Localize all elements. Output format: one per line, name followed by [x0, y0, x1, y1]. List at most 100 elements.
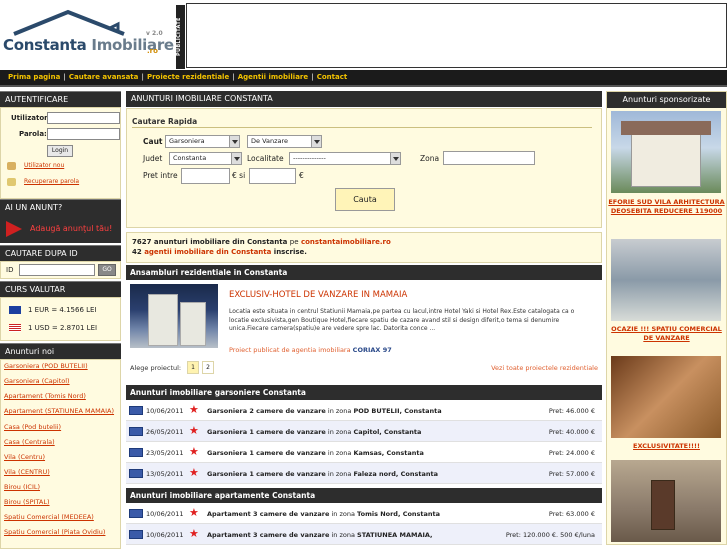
news-item[interactable]: Apartament (Tomis Nord): [4, 392, 117, 400]
news-item[interactable]: Birou (ICIL): [4, 483, 117, 491]
ads-count: 7627 anunturi imobiliare din Constanta: [132, 238, 288, 246]
hotel-photo[interactable]: [130, 284, 218, 348]
table-row[interactable]: 26/05/2011 ★ Garsoniera 1 camere de vanz…: [126, 421, 602, 442]
eur-rate: 1 EUR = 4.1566 LEI: [28, 306, 97, 314]
news-item[interactable]: Apartament (STATIUNEA MAMAIA): [4, 407, 117, 415]
left-sidebar: AUTENTIFICARE Utilizator: Parola: Login …: [0, 91, 121, 549]
main-content: ANUNTURI IMOBILIARE CONSTANTA Cautare Ra…: [126, 91, 602, 545]
news-item[interactable]: Spatiu Comercial (MEDEEA): [4, 513, 117, 521]
new-user-link[interactable]: Utilizator nou: [24, 162, 64, 169]
auth-box: Utilizator: Parola: Login Utilizator nou…: [0, 107, 121, 199]
ad-caption[interactable]: EFORIE SUD VILA ARHITECTURA DEOSEBITA RE…: [607, 198, 726, 217]
usd-rate: 1 USD = 2.8701 LEI: [28, 324, 98, 332]
deal-select[interactable]: De Vanzare: [247, 135, 322, 148]
star-icon: ★: [189, 424, 199, 437]
chevron-down-icon: [390, 153, 400, 164]
agency-count: 42: [132, 248, 142, 257]
ad-caption[interactable]: EXCLUSIVITATE!!!!: [607, 442, 726, 451]
table-row[interactable]: 23/05/2011 ★ Garsoniera 1 camere de vanz…: [126, 442, 602, 463]
zona-input[interactable]: [443, 151, 535, 165]
camera-icon: [129, 509, 143, 518]
camera-icon: [129, 530, 143, 539]
villa-photo[interactable]: [611, 111, 721, 193]
table-row[interactable]: 10/06/2011 ★ Apartament 3 camere de vanz…: [126, 524, 602, 545]
camera-icon: [129, 427, 143, 436]
nav-separator: |: [311, 73, 314, 81]
id-input[interactable]: [19, 264, 95, 276]
interior-photo[interactable]: [611, 356, 721, 438]
news-item[interactable]: Casa (Centrala): [4, 438, 117, 446]
zona-label: Zona: [420, 154, 440, 163]
page-2[interactable]: 2: [202, 361, 214, 374]
type-select[interactable]: Garsoniera: [165, 135, 240, 148]
price-max-input[interactable]: [249, 168, 296, 184]
building-shape: [148, 294, 178, 346]
table-row[interactable]: 13/05/2011 ★ Garsoniera 1 camere de vanz…: [126, 463, 602, 484]
pass-input[interactable]: [47, 128, 120, 140]
table-row[interactable]: 10/06/2011 ★ Apartament 3 camere de vanz…: [126, 503, 602, 524]
sponsored-sidebar: Anunturi sponsorizate EFORIE SUD VILA AR…: [606, 91, 727, 545]
chevron-down-icon: [229, 136, 239, 147]
project-agency[interactable]: Proiect publicat de agentia imobiliara C…: [229, 346, 392, 354]
star-icon: ★: [189, 506, 199, 519]
garsoniere-heading: Anunturi imobiliare garsoniere Constanta: [126, 385, 602, 400]
nav-contact[interactable]: Contact: [317, 73, 348, 81]
user-icon: [7, 162, 16, 170]
table-row[interactable]: 10/06/2011 ★ Garsoniera 2 camere de vanz…: [126, 400, 602, 421]
news-item[interactable]: Birou (SPITAL): [4, 498, 117, 506]
news-item[interactable]: Vila (Centru): [4, 453, 117, 461]
news-title: Anunturi noi: [0, 343, 121, 359]
site-logo[interactable]: Constanta Imobiliare v 2.0 .ro: [0, 0, 176, 70]
page-title: ANUNTURI IMOBILIARE CONSTANTA: [126, 91, 602, 107]
page-1[interactable]: 1: [187, 361, 199, 374]
arrow-right-icon: [6, 221, 22, 237]
logo-domain: .ro: [147, 47, 158, 55]
add-ad-button[interactable]: Adaugă anunţul tău!: [0, 215, 121, 243]
stats-box: 7627 anunturi imobiliare din Constanta p…: [126, 232, 602, 263]
recover-password-link[interactable]: Recuperare parola: [24, 178, 79, 185]
search-id-box: ID GO: [0, 261, 121, 279]
site-link[interactable]: constantaimobiliare.ro: [301, 238, 391, 246]
add-ad-label: Adaugă anunţul tău!: [30, 224, 113, 233]
judet-select[interactable]: Constanta: [169, 152, 242, 165]
nav-separator: |: [63, 73, 66, 81]
star-icon: ★: [189, 527, 199, 540]
news-item[interactable]: Casa (Pod butelii): [4, 423, 117, 431]
pass-label: Parola:: [19, 130, 47, 138]
agency-link[interactable]: agentii imobiliare din Constanta: [144, 248, 271, 256]
all-projects-link[interactable]: Vezi toate proiectele rezidentiale: [491, 364, 598, 372]
sponsored-title: Anunturi sponsorizate: [607, 92, 726, 108]
door-shape: [651, 480, 675, 530]
pager-label: Alege proiectul:: [130, 364, 182, 372]
commercial-photo[interactable]: [611, 239, 721, 321]
user-input[interactable]: [47, 112, 120, 124]
nav-cautare-avansata[interactable]: Cautare avansata: [69, 73, 139, 81]
localitate-label: Localitate: [247, 154, 284, 163]
key-icon: [7, 178, 16, 186]
news-item[interactable]: Vila (CENTRU): [4, 468, 117, 476]
ad-caption[interactable]: OCAZIE !!! SPATIU COMERCIAL DE VANZARE: [607, 325, 726, 344]
nav-prima-pagina[interactable]: Prima pagina: [8, 73, 60, 81]
add-title: AI UN ANUNT?: [0, 199, 121, 215]
price-min-input[interactable]: [181, 168, 230, 184]
go-button[interactable]: GO: [98, 264, 116, 276]
euro-si-label: € si: [232, 171, 246, 180]
nav-proiecte-rezidentiale[interactable]: Proiecte rezidentiale: [147, 73, 229, 81]
garsoniere-list: 10/06/2011 ★ Garsoniera 2 camere de vanz…: [126, 400, 602, 484]
valutar-title: CURS VALUTAR: [0, 281, 121, 297]
localitate-select[interactable]: --------------: [289, 152, 401, 165]
building-shape: [180, 302, 206, 346]
ad-banner[interactable]: [186, 3, 727, 68]
news-item[interactable]: Garsoniera (Capitol): [4, 377, 117, 385]
nav-agentii-imobiliare[interactable]: Agentii imobiliare: [238, 73, 308, 81]
chevron-down-icon: [311, 136, 321, 147]
project-title[interactable]: EXCLUSIV-HOTEL DE VANZARE IN MAMAIA: [229, 290, 407, 300]
search-button[interactable]: Cauta: [335, 188, 395, 211]
euro-label: €: [299, 171, 304, 180]
judet-label: Judet: [143, 154, 163, 163]
news-item[interactable]: Spatiu Comercial (Piata Ovidiu): [4, 528, 117, 536]
building-photo[interactable]: [611, 460, 721, 542]
quick-search: Cautare Rapida Caut Garsoniera De Vanzar…: [126, 108, 602, 228]
login-button[interactable]: Login: [47, 145, 73, 157]
news-item[interactable]: Garsoniera (POD BUTELII): [4, 362, 117, 370]
